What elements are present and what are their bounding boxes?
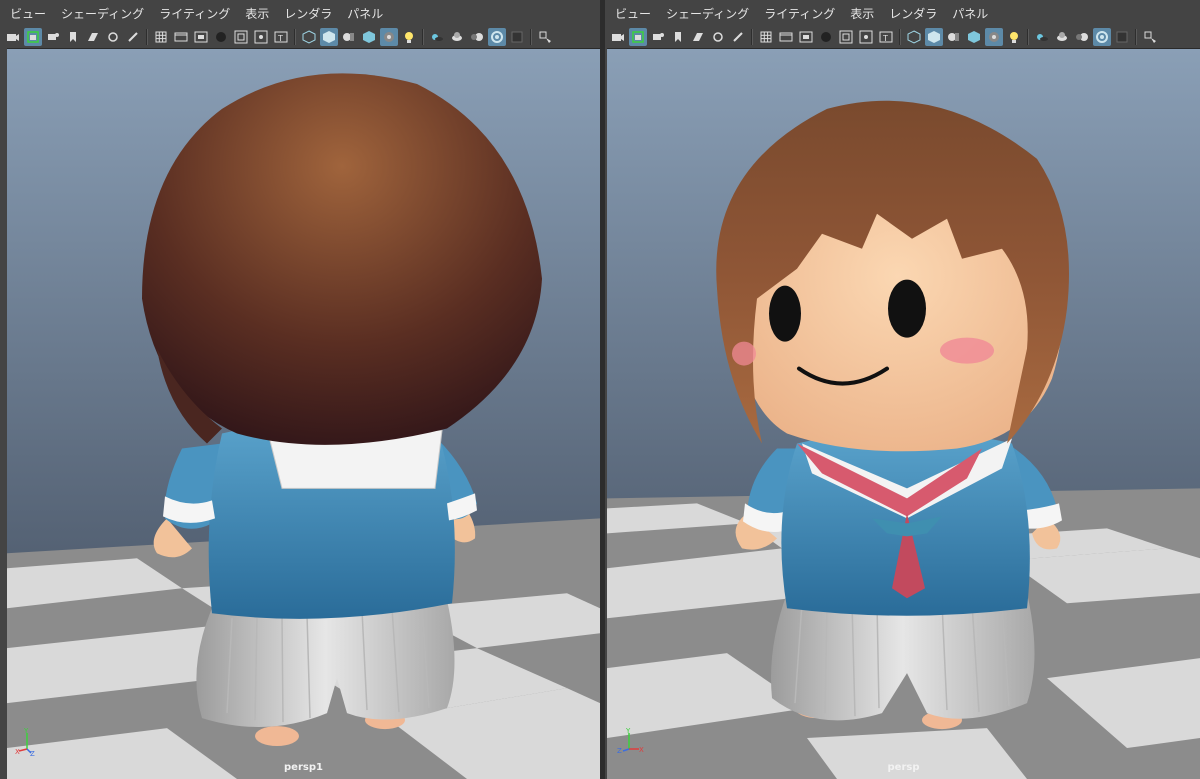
wireframe-icon[interactable] (905, 28, 923, 46)
grease-pencil-icon[interactable] (124, 28, 142, 46)
depth-of-field-icon[interactable] (508, 28, 526, 46)
shadows-icon[interactable] (1033, 28, 1051, 46)
smooth-shade-icon[interactable] (320, 28, 338, 46)
motion-blur-icon[interactable] (468, 28, 486, 46)
toolbar-separator (422, 29, 424, 45)
menu-renderer[interactable]: レンダラ (889, 5, 937, 22)
camera-attributes-icon[interactable] (44, 28, 62, 46)
viewport-persp[interactable]: Y X Z persp (607, 48, 1200, 779)
isolate-select-icon[interactable] (1141, 28, 1159, 46)
ambient-occlusion-icon[interactable] (1053, 28, 1071, 46)
use-lights-icon[interactable] (1005, 28, 1023, 46)
panel-menubar: ビュー シェーディング ライティング 表示 レンダラ パネル (0, 0, 600, 26)
menu-view[interactable]: ビュー (615, 5, 651, 22)
menu-view[interactable]: ビュー (10, 5, 46, 22)
bookmark-icon[interactable] (64, 28, 82, 46)
textured-icon[interactable] (360, 28, 378, 46)
viewport-panel-left: ビュー シェーディング ライティング 表示 レンダラ パネル T Y X Z p… (0, 0, 600, 779)
select-camera-icon[interactable] (24, 28, 42, 46)
toolbar-separator (294, 29, 296, 45)
toolbar-separator (530, 29, 532, 45)
resolution-gate-icon[interactable] (192, 28, 210, 46)
viewport-persp1[interactable]: Y X Z persp1 (7, 48, 600, 779)
2d-pan-zoom-icon[interactable] (104, 28, 122, 46)
safe-title-icon[interactable]: T (272, 28, 290, 46)
menu-lighting[interactable]: ライティング (764, 5, 835, 22)
axis-gizmo: Y X Z (617, 727, 644, 755)
grease-pencil-icon[interactable] (729, 28, 747, 46)
wireframe-icon[interactable] (300, 28, 318, 46)
axis-y-label: Y (625, 727, 631, 735)
camera-icon[interactable] (4, 28, 22, 46)
panel-toolbar: T (0, 26, 600, 48)
menu-show[interactable]: 表示 (245, 5, 269, 22)
toolbar-separator (146, 29, 148, 45)
gate-mask-icon[interactable] (212, 28, 230, 46)
axis-y-label: Y (23, 727, 29, 735)
shadows-icon[interactable] (428, 28, 446, 46)
xray-icon[interactable] (985, 28, 1003, 46)
toolbar-separator (1027, 29, 1029, 45)
menu-show[interactable]: 表示 (850, 5, 874, 22)
smooth-shade-icon[interactable] (925, 28, 943, 46)
svg-text:T: T (277, 34, 283, 43)
camera-icon[interactable] (609, 28, 627, 46)
menu-lighting[interactable]: ライティング (159, 5, 230, 22)
anti-aliasing-icon[interactable] (1093, 28, 1111, 46)
scene-back-view (7, 49, 600, 779)
textured-icon[interactable] (965, 28, 983, 46)
panel-menubar: ビュー シェーディング ライティング 表示 レンダラ パネル (605, 0, 1200, 26)
axis-z-label: Z (617, 747, 622, 755)
menu-shading[interactable]: シェーディング (666, 5, 749, 22)
axis-z-label: Z (30, 750, 35, 757)
anti-aliasing-icon[interactable] (488, 28, 506, 46)
menu-renderer[interactable]: レンダラ (284, 5, 332, 22)
motion-blur-icon[interactable] (1073, 28, 1091, 46)
axis-gizmo: Y X Z (15, 727, 35, 757)
depth-of-field-icon[interactable] (1113, 28, 1131, 46)
camera-attributes-icon[interactable] (649, 28, 667, 46)
menu-panels[interactable]: パネル (952, 5, 988, 22)
xray-icon[interactable] (380, 28, 398, 46)
svg-text:T: T (882, 34, 888, 43)
maya-app: ビュー シェーディング ライティング 表示 レンダラ パネル T Y X Z p… (0, 0, 1200, 779)
menu-panels[interactable]: パネル (347, 5, 383, 22)
bookmark-icon[interactable] (669, 28, 687, 46)
menu-shading[interactable]: シェーディング (61, 5, 144, 22)
toolbar-separator (899, 29, 901, 45)
use-lights-icon[interactable] (400, 28, 418, 46)
image-plane-icon[interactable] (689, 28, 707, 46)
toolbar-separator (751, 29, 753, 45)
ambient-occlusion-icon[interactable] (448, 28, 466, 46)
field-chart-icon[interactable] (837, 28, 855, 46)
panel-toolbar: T (605, 26, 1200, 48)
gate-mask-icon[interactable] (817, 28, 835, 46)
grid-icon[interactable] (152, 28, 170, 46)
2d-pan-zoom-icon[interactable] (709, 28, 727, 46)
toolbar-separator (1135, 29, 1137, 45)
image-plane-icon[interactable] (84, 28, 102, 46)
safe-title-icon[interactable]: T (877, 28, 895, 46)
field-chart-icon[interactable] (232, 28, 250, 46)
axis-x-label: X (15, 748, 20, 756)
film-gate-icon[interactable] (777, 28, 795, 46)
camera-name-label: persp (887, 762, 920, 773)
default-material-icon[interactable] (945, 28, 963, 46)
resolution-gate-icon[interactable] (797, 28, 815, 46)
scene-front-view (607, 49, 1200, 779)
default-material-icon[interactable] (340, 28, 358, 46)
camera-name-label: persp1 (284, 762, 323, 773)
select-camera-icon[interactable] (629, 28, 647, 46)
grid-icon[interactable] (757, 28, 775, 46)
viewport-panel-right: ビュー シェーディング ライティング 表示 レンダラ パネル T Y X Z p… (605, 0, 1200, 779)
isolate-select-icon[interactable] (536, 28, 554, 46)
film-gate-icon[interactable] (172, 28, 190, 46)
safe-action-icon[interactable] (857, 28, 875, 46)
axis-x-label: X (639, 746, 644, 754)
safe-action-icon[interactable] (252, 28, 270, 46)
